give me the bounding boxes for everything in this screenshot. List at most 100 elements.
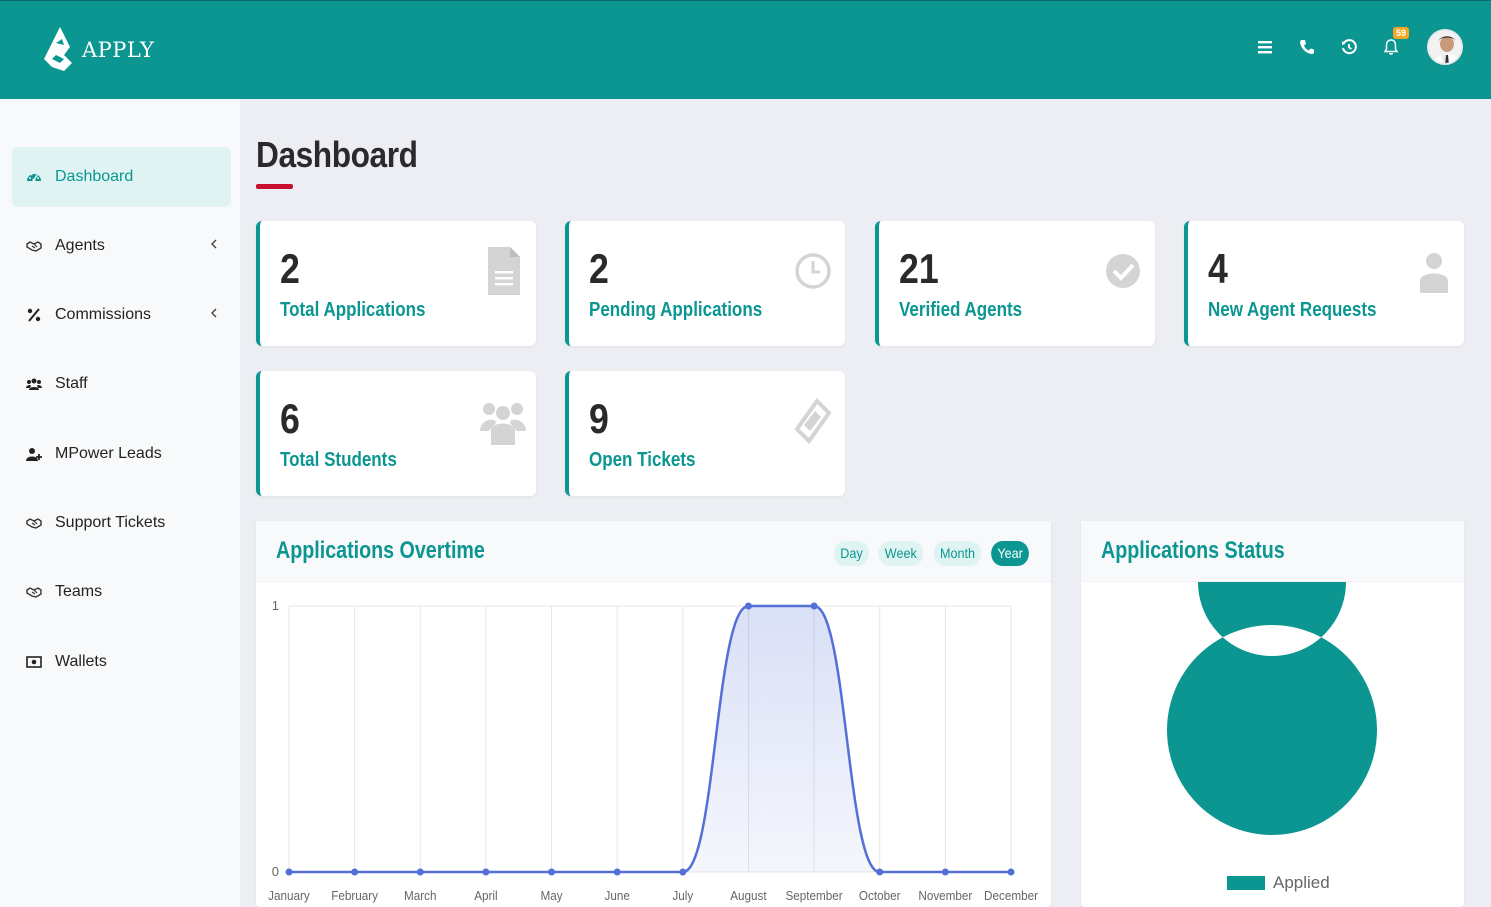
- percent-icon: [26, 307, 42, 323]
- sidebar-item-commissions[interactable]: Commissions: [12, 285, 231, 345]
- sidebar-item-label: Support Tickets: [55, 514, 166, 531]
- data-point: [810, 602, 818, 610]
- stat-value: 6: [280, 395, 300, 442]
- range-toggle: Day Week Month Year: [832, 541, 1031, 566]
- x-tick-label: March: [404, 888, 437, 903]
- x-tick-label: February: [331, 888, 379, 903]
- handshake-icon: [26, 238, 42, 254]
- x-tick-label: September: [785, 888, 842, 903]
- clock-icon: [793, 245, 833, 297]
- data-point: [941, 868, 949, 876]
- money-icon: [26, 654, 42, 670]
- stat-label: Total Applications: [280, 299, 426, 321]
- applications-status-panel: Applications Status Applied: [1081, 521, 1464, 907]
- users-icon: [26, 376, 42, 392]
- legend-label: Applied: [1273, 873, 1330, 892]
- x-tick-label: July: [672, 888, 694, 903]
- data-point: [548, 868, 556, 876]
- brand-name: APPLY: [82, 38, 155, 62]
- chevron-left-icon: [211, 239, 217, 249]
- stat-label: Total Students: [280, 449, 397, 471]
- title-underline: [256, 184, 293, 189]
- sidebar-item-teams[interactable]: Teams: [12, 562, 231, 622]
- user-plus-icon: [26, 446, 42, 462]
- data-point: [876, 868, 884, 876]
- ticket-icon: [793, 395, 833, 447]
- chevron-left-icon: [211, 308, 217, 318]
- stat-label: Open Tickets: [589, 449, 696, 471]
- sidebar-item-mpower-leads[interactable]: MPower Leads: [12, 424, 231, 484]
- sidebar-item-label: Teams: [55, 583, 103, 600]
- data-point: [744, 602, 752, 610]
- dashboard-icon: [26, 169, 42, 185]
- stat-value: 2: [280, 245, 300, 292]
- brand-logo[interactable]: APPLY: [42, 25, 154, 71]
- menu-icon[interactable]: [1255, 37, 1275, 57]
- stat-card-verified-agents[interactable]: 21 Verified Agents: [875, 221, 1155, 346]
- logo-icon: [44, 27, 72, 71]
- range-month-button[interactable]: Month: [933, 541, 982, 566]
- range-week-button[interactable]: Week: [878, 541, 924, 566]
- series-line: [289, 604, 1011, 874]
- sidebar-item-agents[interactable]: Agents: [12, 216, 231, 276]
- history-icon[interactable]: [1339, 37, 1359, 57]
- stat-value: 21: [899, 245, 939, 292]
- sidebar-item-label: Wallets: [55, 653, 107, 670]
- sidebar-item-label: Dashboard: [55, 168, 134, 185]
- sidebar-item-label: MPower Leads: [55, 445, 162, 462]
- bell-icon[interactable]: 59: [1381, 27, 1409, 57]
- stat-card-open-tickets[interactable]: 9 Open Tickets: [565, 371, 845, 496]
- series-area: [289, 606, 1011, 872]
- panel-header: Applications Overtime Day Week Month Yea…: [256, 521, 1051, 582]
- stat-value: 4: [1208, 245, 1228, 292]
- page-title: Dashboard: [256, 134, 418, 175]
- x-tick-label: May: [540, 888, 563, 903]
- user-icon: [1412, 245, 1452, 297]
- sidebar-item-label: Commissions: [55, 306, 152, 323]
- x-tick-label: October: [859, 888, 901, 903]
- x-tick-label: January: [268, 888, 310, 903]
- stat-label: New Agent Requests: [1208, 299, 1377, 321]
- data-point: [351, 868, 359, 876]
- x-tick-label: December: [984, 888, 1038, 903]
- stat-label: Verified Agents: [899, 299, 1023, 321]
- check-circle-icon: [1103, 245, 1143, 297]
- file-icon: [484, 245, 524, 297]
- data-point: [482, 868, 490, 876]
- sidebar-item-label: Agents: [55, 237, 105, 254]
- sidebar-item-dashboard[interactable]: Dashboard: [12, 147, 231, 207]
- handshake-icon: [26, 515, 42, 531]
- sidebar-item-support-tickets[interactable]: Support Tickets: [12, 493, 231, 553]
- x-tick-label: April: [474, 888, 497, 903]
- x-tick-label: August: [730, 888, 767, 903]
- sidebar-item-wallets[interactable]: Wallets: [12, 632, 231, 692]
- stat-value: 2: [589, 245, 609, 292]
- y-tick-label: 1: [272, 598, 279, 613]
- range-year-button[interactable]: Year: [990, 541, 1029, 566]
- chart-legend[interactable]: Applied: [1227, 873, 1330, 893]
- x-tick-label: November: [918, 888, 972, 903]
- sidebar-item-label: Staff: [55, 375, 88, 392]
- data-point: [679, 868, 687, 876]
- sidebar: Dashboard Agents Commissions Staff MPowe…: [0, 99, 240, 907]
- panel-title: Applications Overtime: [276, 537, 485, 564]
- range-day-button[interactable]: Day: [834, 541, 870, 566]
- legend-swatch: [1227, 876, 1265, 890]
- stat-card-new-agent-requests[interactable]: 4 New Agent Requests: [1184, 221, 1464, 346]
- handshake-icon: [26, 584, 42, 600]
- stat-card-total-students[interactable]: 6 Total Students: [256, 371, 536, 496]
- phone-icon[interactable]: [1297, 37, 1317, 57]
- x-tick-label: June: [604, 888, 629, 903]
- panel-title: Applications Status: [1101, 537, 1285, 564]
- applications-donut-chart: [1167, 582, 1377, 835]
- donut-slice[interactable]: [1167, 582, 1377, 835]
- notification-badge: 59: [1392, 27, 1409, 39]
- applications-line-chart: 0 1 January February March April May June July Au…: [268, 598, 1038, 903]
- panel-header: Applications Status: [1081, 521, 1464, 582]
- avatar[interactable]: [1427, 29, 1463, 65]
- top-navbar: APPLY 59: [0, 0, 1491, 99]
- stat-card-total-applications[interactable]: 2 Total Applications: [256, 221, 536, 346]
- sidebar-item-staff[interactable]: Staff: [12, 354, 231, 414]
- data-point: [416, 868, 424, 876]
- stat-card-pending-applications[interactable]: 2 Pending Applications: [565, 221, 845, 346]
